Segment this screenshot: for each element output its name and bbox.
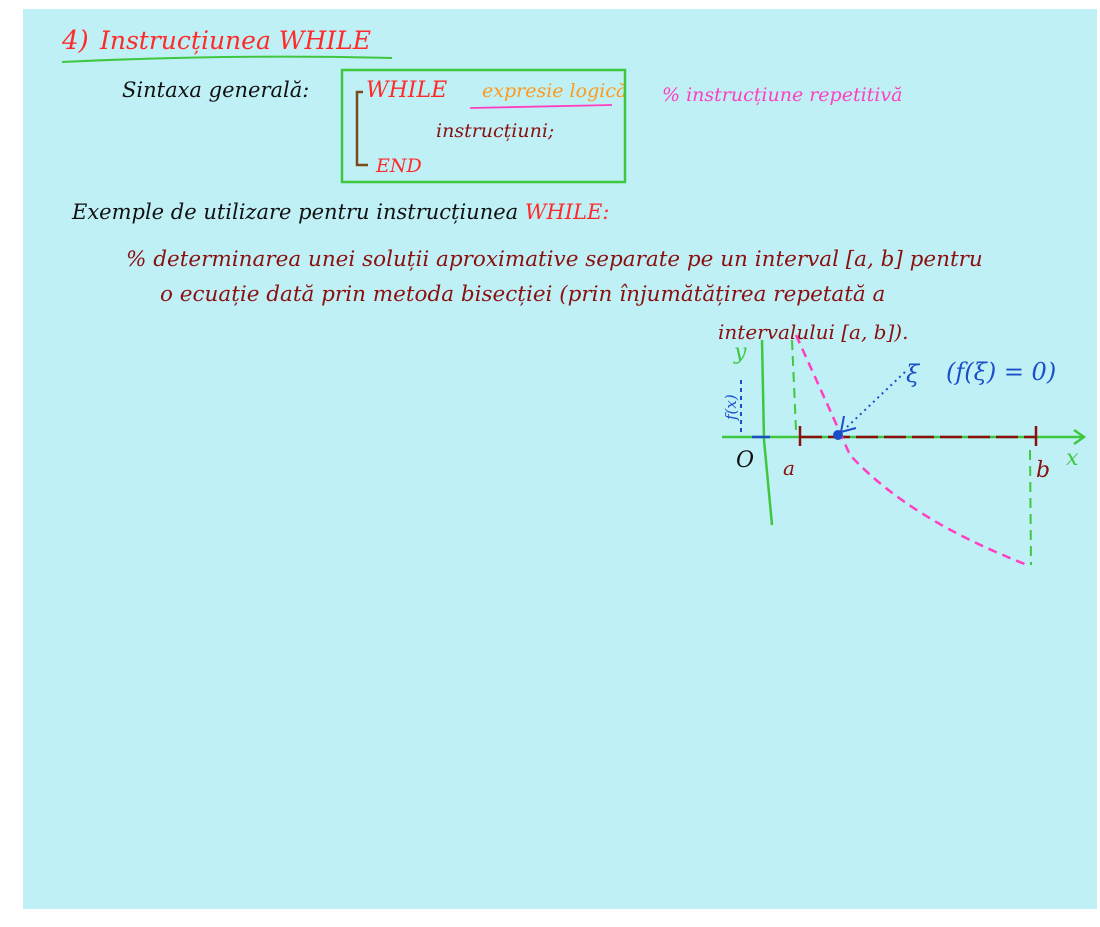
y-axis [760, 339, 774, 526]
b-dashed-line [1029, 449, 1032, 566]
condition-underline [469, 104, 613, 109]
syntax-box [340, 68, 627, 184]
syntax-bracket [355, 90, 368, 167]
a-dashed-line [791, 339, 797, 431]
function-curve [794, 334, 1031, 568]
drawing-layer [61, 55, 1087, 568]
root-pointer [845, 371, 906, 429]
heading-underline [61, 55, 393, 63]
root-pointer-head [839, 415, 857, 434]
